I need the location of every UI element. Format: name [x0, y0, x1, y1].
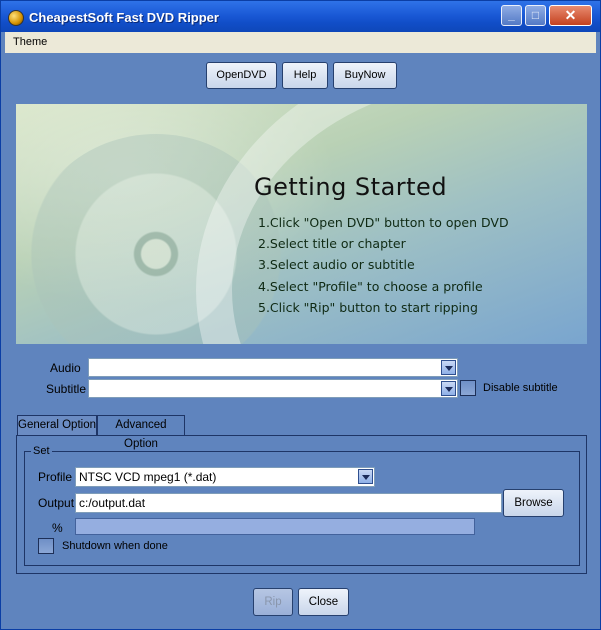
set-group-label: Set [31, 445, 52, 457]
step-1: 1.Click "Open DVD" button to open DVD [258, 215, 509, 230]
help-button[interactable]: Help [282, 62, 328, 89]
step-2: 2.Select title or chapter [258, 236, 406, 251]
window-title: CheapestSoft Fast DVD Ripper [29, 10, 219, 25]
output-label: Output [38, 496, 75, 510]
profile-label: Profile [38, 470, 73, 484]
tab-advanced-option[interactable]: Advanced Option [97, 415, 185, 450]
maximize-button[interactable]: □ [525, 5, 546, 26]
percent-label: % [52, 521, 63, 535]
subtitle-label: Subtitle [46, 382, 87, 396]
tab-general-option[interactable]: General Option [17, 415, 97, 436]
progress-bar [75, 518, 475, 535]
profile-value: NTSC VCD mpeg1 (*.dat) [79, 470, 217, 484]
minimize-button[interactable]: _ [501, 5, 522, 26]
audio-label: Audio [50, 361, 81, 375]
open-dvd-button[interactable]: OpenDVD [206, 62, 277, 89]
disable-subtitle-label: Disable subtitle [483, 382, 558, 394]
browse-button[interactable]: Browse [503, 489, 564, 517]
close-window-button[interactable]: ✕ [549, 5, 592, 26]
rip-button[interactable]: Rip [253, 588, 293, 616]
menu-theme[interactable]: Theme [13, 36, 47, 48]
getting-started-banner: Getting Started 1.Click "Open DVD" butto… [16, 104, 587, 344]
title-bar[interactable]: CheapestSoft Fast DVD Ripper _ □ ✕ [1, 1, 600, 32]
subtitle-select[interactable] [88, 379, 458, 398]
profile-select[interactable]: NTSC VCD mpeg1 (*.dat) [75, 467, 375, 487]
output-path-input[interactable]: c:/output.dat [75, 493, 502, 513]
audio-select[interactable] [88, 358, 458, 377]
step-4: 4.Select "Profile" to choose a profile [258, 279, 483, 294]
app-logo-icon [8, 10, 24, 26]
close-button[interactable]: Close [298, 588, 349, 616]
chevron-down-icon[interactable] [441, 381, 456, 396]
shutdown-checkbox[interactable] [38, 538, 54, 554]
buy-now-button[interactable]: BuyNow [333, 62, 397, 89]
chevron-down-icon[interactable] [358, 469, 373, 484]
chevron-down-icon[interactable] [441, 360, 456, 375]
menu-bar: Theme [5, 32, 596, 53]
step-3: 3.Select audio or subtitle [258, 257, 415, 272]
banner-title: Getting Started [254, 173, 448, 201]
shutdown-label: Shutdown when done [62, 540, 168, 552]
app-window: CheapestSoft Fast DVD Ripper _ □ ✕ Theme… [0, 0, 601, 630]
disable-subtitle-checkbox[interactable] [460, 380, 476, 396]
step-5: 5.Click "Rip" button to start ripping [258, 300, 478, 315]
